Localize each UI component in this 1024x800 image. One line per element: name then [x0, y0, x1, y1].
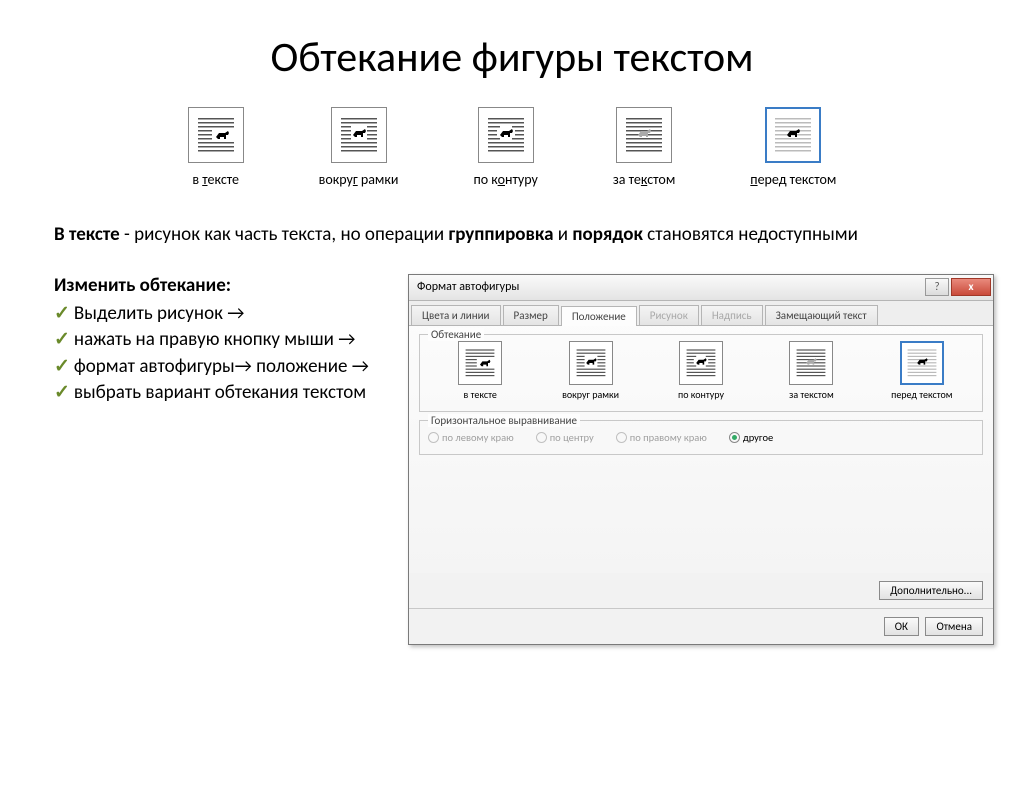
wrap-behind-icon [795, 347, 827, 379]
list-item: нажать на правую кнопку мыши → [54, 327, 384, 354]
dlg-wrap-label: по контуру [649, 388, 753, 401]
wrap-behind-icon [624, 115, 664, 155]
format-autoshape-dialog: Формат автофигуры ? x Цвета и линии Разм… [408, 274, 994, 645]
dlg-wrap-square[interactable]: вокруг рамки [538, 341, 642, 401]
dlg-wrap-label: вокруг рамки [538, 388, 642, 401]
wrap-option-label: за текстом [613, 171, 675, 188]
close-button[interactable]: x [951, 278, 991, 296]
wrap-option-label: перед текстом [750, 171, 836, 188]
wrap-option-inline[interactable]: в тексте [188, 107, 244, 188]
dlg-wrap-front[interactable]: перед текстом [870, 341, 974, 401]
list-item: Выделить рисунок → [54, 301, 384, 328]
wrap-option-label: по контуру [473, 171, 537, 188]
radio-align-other[interactable]: другое [729, 431, 773, 444]
wrap-group-legend: Обтекание [428, 328, 484, 341]
list-item: формат автофигуры→ положение → [54, 354, 384, 381]
radio-align-left: по левому краю [428, 431, 514, 444]
dialog-titlebar: Формат автофигуры ? x [409, 275, 993, 301]
wrap-option-behind[interactable]: за текстом [613, 107, 675, 188]
wrap-square-icon [339, 115, 379, 155]
wrap-option-label: в тексте [188, 171, 244, 188]
description-paragraph: В тексте - рисунок как часть текста, но … [54, 222, 970, 248]
align-group-legend: Горизонтальное выравнивание [428, 414, 580, 427]
dlg-wrap-label: в тексте [428, 388, 532, 401]
wrap-front-icon [906, 347, 938, 379]
align-group: Горизонтальное выравнивание по левому кр… [419, 420, 983, 455]
tab-picture: Рисунок [639, 305, 699, 325]
radio-align-center: по центру [536, 431, 594, 444]
tab-size[interactable]: Размер [503, 305, 559, 325]
wrap-option-tight[interactable]: по контуру [473, 107, 537, 188]
tab-colors-lines[interactable]: Цвета и линии [411, 305, 501, 325]
instructions-title: Изменить обтекание: [54, 274, 384, 297]
wrap-front-icon [773, 115, 813, 155]
wrap-tight-icon [685, 347, 717, 379]
help-button[interactable]: ? [925, 278, 949, 296]
wrap-group: Обтекание в тексте вокруг рамки по конту… [419, 334, 983, 412]
dlg-wrap-tight[interactable]: по контуру [649, 341, 753, 401]
dlg-wrap-label: за текстом [759, 388, 863, 401]
more-button[interactable]: Дополнительно... [879, 581, 983, 600]
wrap-tight-icon [486, 115, 526, 155]
dlg-wrap-inline[interactable]: в тексте [428, 341, 532, 401]
tab-alt-text[interactable]: Замещающий текст [765, 305, 878, 325]
wrap-inline-icon [196, 115, 236, 155]
cancel-button[interactable]: Отмена [925, 617, 983, 636]
instructions-list: Выделить рисунок → нажать на правую кноп… [54, 301, 384, 407]
wrap-options-row: в тексте вокруг рамки по контуру за текс… [0, 107, 1024, 188]
tab-caption: Надпись [701, 305, 763, 325]
ok-button[interactable]: ОК [884, 617, 919, 636]
list-item: выбрать вариант обтекания текстом [54, 380, 384, 407]
dialog-title: Формат автофигуры [417, 280, 519, 294]
dlg-wrap-label: перед текстом [870, 388, 974, 401]
wrap-option-square[interactable]: вокруг рамки [319, 107, 399, 188]
tab-position[interactable]: Положение [561, 306, 637, 326]
wrap-option-label: вокруг рамки [319, 171, 399, 188]
dialog-tabs: Цвета и линии Размер Положение Рисунок Н… [409, 301, 993, 326]
dlg-wrap-behind[interactable]: за текстом [759, 341, 863, 401]
slide-title: Обтекание фигуры текстом [0, 32, 1024, 83]
instructions-column: Изменить обтекание: Выделить рисунок → н… [54, 274, 384, 645]
wrap-option-front[interactable]: перед текстом [750, 107, 836, 188]
radio-align-right: по правому краю [616, 431, 707, 444]
wrap-inline-icon [464, 347, 496, 379]
wrap-square-icon [575, 347, 607, 379]
